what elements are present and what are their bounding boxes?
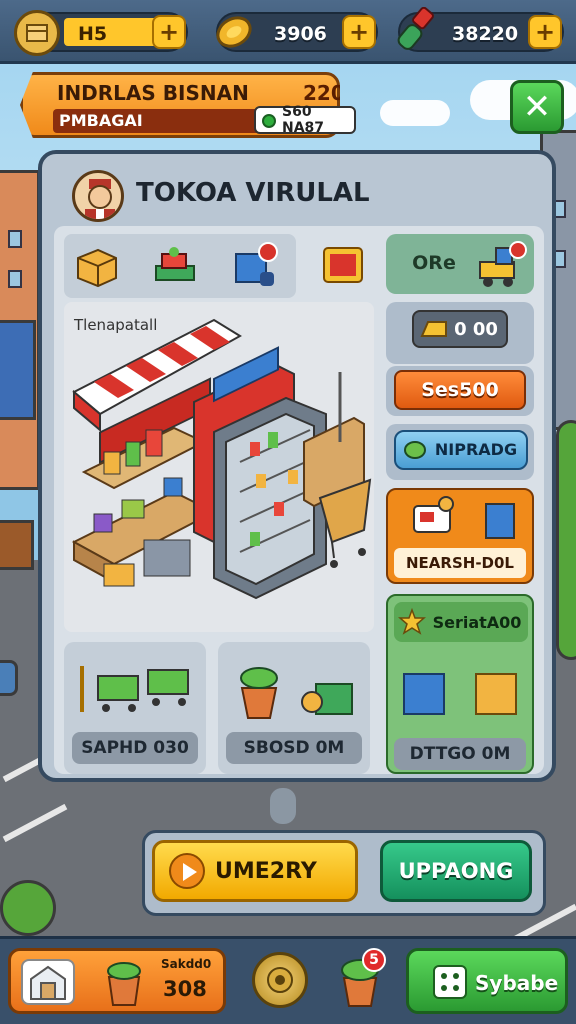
carts-card-label: SAPHD 030 bbox=[72, 732, 198, 764]
add-coins-button[interactable]: + bbox=[342, 15, 376, 49]
shop-nav-value: 308 bbox=[163, 977, 207, 1001]
planter bbox=[0, 520, 34, 570]
close-icon: ✕ bbox=[522, 87, 552, 127]
crates-card[interactable]: DTTGO 0M bbox=[386, 730, 534, 774]
blue-button-wrap: NIPRADG bbox=[386, 424, 534, 480]
play-icon bbox=[169, 853, 205, 889]
plants-card[interactable]: SBOSD 0M bbox=[218, 642, 370, 774]
machines-icon bbox=[413, 496, 515, 539]
upgrade-button[interactable]: UPPAONG bbox=[380, 840, 532, 902]
panel-title: TOKOA VIRULAL bbox=[136, 178, 370, 208]
level-counter: H5 + bbox=[14, 10, 188, 56]
gems-counter: 38220 + bbox=[397, 7, 564, 52]
add-level-button[interactable]: + bbox=[152, 15, 186, 49]
banner-tag-text: S60 NA87 bbox=[282, 104, 325, 136]
scene-label: Tlenapatall bbox=[74, 316, 158, 334]
category-gift-icon[interactable] bbox=[232, 242, 278, 288]
potion-icon bbox=[394, 6, 438, 56]
shopkeeper-avatar bbox=[72, 170, 124, 222]
dice-icon bbox=[433, 965, 467, 999]
leaf-icon bbox=[404, 441, 426, 459]
close-button[interactable]: ✕ bbox=[510, 80, 564, 134]
gold-bar-icon bbox=[420, 321, 447, 337]
green-card-label: SeriatA00 bbox=[432, 612, 522, 632]
category-produce-icon[interactable] bbox=[152, 242, 198, 288]
banner-subtitle: PMBAGAI bbox=[59, 111, 143, 130]
upgrade-card-label: ORe bbox=[412, 252, 456, 274]
plants-card-label: SBOSD 0M bbox=[226, 732, 362, 764]
crates-icon bbox=[403, 673, 517, 715]
bucket-plant-icon bbox=[107, 962, 141, 1006]
banner-title: INDRLAS BISNAN bbox=[57, 81, 249, 105]
coin-icon bbox=[212, 10, 256, 54]
category-box-icon[interactable] bbox=[74, 242, 120, 288]
shop-nav-button[interactable]: Sakdd0 308 bbox=[8, 948, 226, 1014]
banner-value: 220 bbox=[303, 81, 345, 105]
orange-card[interactable]: NEARSH-D0L bbox=[386, 488, 534, 584]
play-button-label: UME2RY bbox=[215, 859, 317, 884]
add-gems-button[interactable]: + bbox=[528, 15, 562, 49]
car bbox=[0, 660, 18, 696]
coins-value: 3906 bbox=[274, 23, 327, 45]
orange-button[interactable]: Ses500 bbox=[394, 370, 526, 410]
window bbox=[8, 230, 22, 248]
coin-nav-button[interactable] bbox=[252, 952, 308, 1008]
green-nav-button[interactable]: Sybabe bbox=[406, 948, 568, 1014]
carts-card[interactable]: SAPHD 030 bbox=[64, 642, 206, 774]
blue-button-label: NIPRADG bbox=[434, 439, 518, 459]
crates-card-label: DTTGO 0M bbox=[394, 738, 526, 770]
level-value: H5 bbox=[78, 23, 108, 45]
cloud bbox=[380, 100, 450, 126]
gem-icon bbox=[262, 114, 276, 128]
gems-value: 38220 bbox=[452, 23, 519, 45]
plant-icon bbox=[240, 667, 353, 719]
coin-field-value: 0 00 bbox=[454, 318, 498, 340]
green-nav-label: Sybabe bbox=[475, 971, 559, 995]
orange-button-wrap: Ses500 bbox=[386, 366, 534, 416]
coins-counter: 3906 + bbox=[216, 12, 378, 52]
awning bbox=[0, 320, 36, 420]
shop-nav-title: Sakdd0 bbox=[161, 957, 212, 971]
forklift-icon bbox=[479, 241, 527, 287]
store-illustration bbox=[71, 318, 372, 600]
store-panel: TOKOA VIRULAL Tlenapatall ORe 0 00 Ses50… bbox=[38, 150, 556, 782]
carts-icon bbox=[80, 666, 189, 712]
banner-tag: S60 NA87 bbox=[254, 104, 356, 136]
notification-badge: 5 bbox=[362, 948, 386, 972]
tree bbox=[556, 420, 576, 660]
upgrade-card[interactable]: ORe bbox=[386, 234, 534, 294]
coin-field-card: 0 00 bbox=[386, 302, 534, 364]
store-scene bbox=[64, 302, 374, 632]
play-button[interactable]: UME2RY bbox=[152, 840, 358, 902]
star-icon bbox=[398, 608, 426, 635]
potted-plant bbox=[0, 880, 56, 936]
window bbox=[8, 270, 22, 288]
scroll-indicator[interactable] bbox=[270, 788, 296, 824]
orange-card-label: NEARSH-D0L bbox=[394, 548, 526, 578]
crate-icon bbox=[14, 10, 60, 56]
category-sign-icon[interactable] bbox=[320, 242, 366, 288]
house-icon bbox=[21, 959, 75, 1005]
